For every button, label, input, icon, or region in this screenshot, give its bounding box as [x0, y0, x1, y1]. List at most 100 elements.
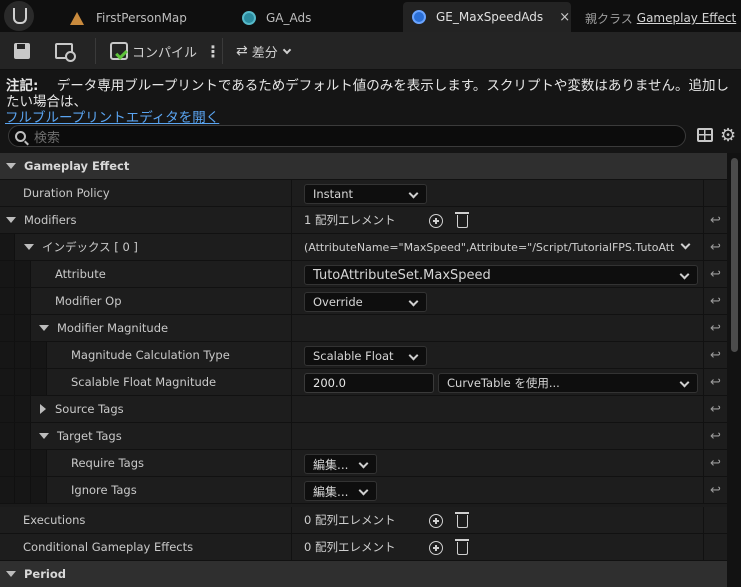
chevron-down-icon — [282, 45, 291, 54]
diff-label: 差分 — [251, 45, 278, 61]
tab-label: GE_MaxSpeedAds — [436, 10, 544, 24]
reset-to-default-icon[interactable]: ↩ — [703, 261, 727, 287]
level-icon — [70, 11, 84, 25]
button-label: 編集... — [313, 484, 349, 499]
search-input[interactable]: 検索 — [8, 125, 686, 147]
toolbar-divider — [95, 38, 96, 64]
reset-to-default-icon[interactable]: ↩ — [703, 234, 727, 260]
chevron-down-icon — [679, 377, 690, 388]
property-label: Magnitude Calculation Type — [71, 348, 230, 362]
tab-ge-maxspeedads[interactable]: GE_MaxSpeedAds × — [403, 2, 571, 32]
property-row-ignore-tags: Ignore Tags 編集... ↩ — [0, 477, 727, 504]
attribute-dropdown[interactable]: TutoAttributeSet.MaxSpeed — [304, 265, 698, 285]
tab-bar: FirstPersonMap GA_Ads GE_MaxSpeedAds × 親… — [0, 0, 741, 32]
dropdown-value: Override — [313, 295, 363, 309]
tab-label: FirstPersonMap — [96, 11, 187, 25]
reset-to-default-icon[interactable]: ↩ — [703, 369, 727, 395]
browse-button[interactable] — [55, 39, 76, 63]
diff-button[interactable]: ⇄ 差分 — [236, 39, 291, 63]
compile-options-button[interactable]: ⋮ — [205, 39, 221, 63]
category-gameplay-effect[interactable]: Gameplay Effect — [0, 153, 727, 180]
parent-class: 親クラス Gameplay Effect — [585, 4, 736, 32]
browse-icon — [55, 43, 76, 62]
compile-icon — [110, 42, 128, 60]
property-row-scalable-float-magnitude: Scalable Float Magnitude 200.0 CurveTabl… — [0, 369, 727, 396]
reset-to-default-icon[interactable]: ↩ — [703, 450, 727, 476]
open-full-editor-link[interactable]: フルブループリントエディタを開く — [5, 110, 219, 126]
property-label: Modifier Op — [55, 294, 122, 308]
property-matrix-icon[interactable] — [697, 128, 713, 142]
scrollbar-thumb[interactable] — [731, 158, 738, 352]
property-label: Ignore Tags — [71, 483, 137, 497]
reset-to-default-icon[interactable]: ↩ — [703, 315, 727, 341]
category-period[interactable]: Period — [0, 561, 727, 587]
modifier-op-dropdown[interactable]: Override — [304, 292, 427, 312]
gear-icon[interactable]: ⚙ — [720, 125, 736, 146]
save-button[interactable] — [14, 39, 30, 63]
property-row-index-0: インデックス [ 0 ] (AttributeName="MaxSpeed",A… — [0, 234, 727, 261]
index-value-summary: (AttributeName="MaxSpeed",Attribute="/Sc… — [304, 240, 674, 254]
expand-arrow-icon[interactable] — [6, 163, 16, 169]
property-label: Target Tags — [57, 429, 122, 443]
dropdown-value: Instant — [313, 187, 354, 201]
button-label: 編集... — [313, 457, 349, 472]
details-panel: Gameplay Effect Duration Policy Instant … — [0, 153, 741, 587]
chevron-down-icon[interactable] — [680, 239, 691, 250]
expand-arrow-icon[interactable] — [6, 571, 16, 577]
expand-arrow-icon[interactable] — [39, 325, 49, 331]
expand-arrow-icon[interactable] — [39, 433, 49, 439]
property-row-executions: Executions 0 配列エレメント — [0, 507, 727, 534]
property-label: Executions — [23, 513, 86, 527]
trash-icon[interactable] — [455, 212, 469, 228]
close-icon[interactable]: × — [559, 10, 570, 25]
category-label: Gameplay Effect — [24, 159, 130, 173]
chevron-down-icon — [358, 485, 369, 496]
collapse-arrow-icon[interactable] — [40, 404, 46, 414]
notice-prefix: 注記: — [6, 78, 39, 94]
toolbar: コンパイル ⋮ ⇄ 差分 — [0, 32, 741, 70]
reset-to-default-icon[interactable]: ↩ — [703, 477, 727, 503]
property-row-magnitude-calculation-type: Magnitude Calculation Type Scalable Floa… — [0, 342, 727, 369]
chevron-down-icon — [679, 269, 690, 280]
property-row-attribute: Attribute TutoAttributeSet.MaxSpeed ↩ — [0, 261, 727, 288]
reset-to-default-icon[interactable]: ↩ — [703, 207, 727, 233]
chevron-down-icon — [408, 188, 419, 199]
data-only-notice: 注記: データ専用ブループリントであるためデフォルト値のみを表示します。スクリプ… — [5, 78, 736, 126]
expand-arrow-icon[interactable] — [24, 244, 34, 250]
array-count: 0 配列エレメント — [304, 513, 396, 527]
dropdown-value: Scalable Float — [313, 349, 394, 363]
reset-to-default-icon[interactable]: ↩ — [703, 423, 727, 449]
property-label: Conditional Gameplay Effects — [23, 540, 194, 554]
blueprint-icon — [412, 10, 426, 24]
parent-class-link[interactable]: Gameplay Effect — [637, 11, 736, 25]
magnitude-calculation-type-dropdown[interactable]: Scalable Float — [304, 346, 427, 366]
property-row-modifiers: Modifiers 1 配列エレメント ↩ — [0, 207, 727, 234]
scalable-float-value-input[interactable]: 200.0 — [304, 373, 434, 393]
expand-arrow-icon[interactable] — [6, 217, 16, 223]
notice-text: データ専用ブループリントであるためデフォルト値のみを表示します。スクリプトや変数… — [6, 78, 730, 110]
trash-icon[interactable] — [455, 539, 469, 555]
chevron-down-icon — [358, 458, 369, 469]
unreal-logo-icon[interactable] — [4, 1, 34, 31]
reset-to-default-icon[interactable]: ↩ — [703, 396, 727, 422]
tab-first-person-map[interactable]: FirstPersonMap — [70, 4, 187, 32]
property-row-source-tags: Source Tags ↩ — [0, 396, 727, 423]
add-element-icon[interactable] — [429, 514, 443, 528]
compile-button[interactable]: コンパイル — [110, 39, 197, 63]
property-row-conditional-gameplay-effects: Conditional Gameplay Effects 0 配列エレメント — [0, 534, 727, 561]
reset-to-default-icon[interactable]: ↩ — [703, 342, 727, 368]
reset-to-default-icon[interactable]: ↩ — [703, 288, 727, 314]
trash-icon[interactable] — [455, 512, 469, 528]
tab-ga-ads[interactable]: GA_Ads — [242, 4, 311, 32]
add-element-icon[interactable] — [429, 214, 443, 228]
add-element-icon[interactable] — [429, 541, 443, 555]
diff-icon: ⇄ — [236, 43, 248, 59]
property-row-target-tags: Target Tags ↩ — [0, 423, 727, 450]
require-tags-edit-button[interactable]: 編集... — [304, 454, 377, 474]
curve-table-dropdown[interactable]: CurveTable を使用... — [438, 373, 698, 393]
property-label: Duration Policy — [23, 186, 110, 200]
ignore-tags-edit-button[interactable]: 編集... — [304, 481, 377, 501]
duration-policy-dropdown[interactable]: Instant — [304, 184, 427, 204]
blueprint-icon — [242, 11, 256, 25]
property-label: インデックス [ 0 ] — [42, 240, 138, 254]
